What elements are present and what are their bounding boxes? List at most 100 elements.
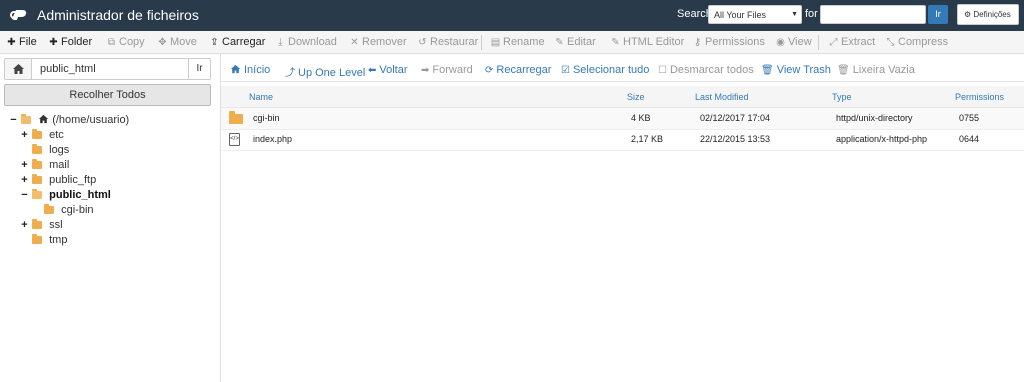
caret-down-icon: ▼ [791,11,798,18]
tree-item-label: tmp [49,234,68,246]
back-label: Voltar [379,64,408,76]
file-permissions[interactable]: 0755 [959,113,979,123]
copy-button[interactable]: ⧉ Copy [106,36,145,48]
upload-icon: ⇪ [210,37,219,48]
unselect-all-button[interactable]: ☐ Desmarcar todos [658,64,754,76]
tree-item-home[interactable]: − (/home/usuario) [9,113,129,128]
table-row[interactable]: cgi-bin 4 KB 02/12/2017 17:04 httpd/unix… [221,108,1024,130]
reload-button[interactable]: ⟳ Recarregar [485,64,551,76]
table-header: Name Size Last Modified Type Permissions [221,86,1024,108]
trash-icon: 🗑 [837,65,850,76]
tree-item-public-ftp[interactable]: + public_ftp [20,173,96,188]
search-go-button[interactable]: Ir [928,5,948,24]
top-bar: Administrador de ficheiros Search All Yo… [0,0,1024,31]
remove-button[interactable]: ✕ Remover [349,36,407,48]
tree-item-cgi-bin[interactable]: cgi-bin [32,203,94,218]
search-scope-value: All Your Files [714,10,767,20]
new-file-label: File [19,36,37,48]
up-one-level-button[interactable]: ⤴ Up One Level [285,64,365,79]
search-scope-select[interactable]: All Your Files ▼ [708,5,802,24]
tree-item-ssl[interactable]: + ssl [20,218,63,233]
move-label: Move [170,36,197,48]
file-name[interactable]: index.php [253,134,292,144]
permissions-button[interactable]: ⚷ Permissions [692,36,765,48]
collapse-all-button[interactable]: Recolher Todos [4,84,211,106]
folder-icon [32,159,43,169]
expand-toggle-icon[interactable]: + [20,128,29,143]
compress-label: Compress [898,36,949,48]
collapse-toggle-icon[interactable]: − [9,113,18,128]
tree-item-label: logs [49,144,70,156]
folder-icon [32,234,43,244]
home-icon [12,64,24,74]
file-size: 2,17 KB [631,134,664,144]
empty-trash-label: Lixeira Vazia [852,64,915,76]
view-button[interactable]: ◉ View [775,36,812,48]
expand-toggle-icon[interactable]: + [20,158,29,173]
folder-icon [32,129,43,139]
expand-toggle-icon[interactable]: + [20,173,29,188]
gear-icon: ⚙ [964,10,972,19]
tree-item-label: cgi-bin [61,204,94,216]
restore-button[interactable]: ↺ Restaurar [417,36,478,48]
path-go-button[interactable]: Ir [188,58,211,80]
new-folder-button[interactable]: ✚ Folder [48,36,92,48]
search-input[interactable] [820,5,926,24]
extract-button[interactable]: ⤢ Extract [828,36,876,48]
home-button[interactable] [4,58,32,80]
edit-label: Editar [567,36,596,48]
refresh-icon: ⟳ [485,65,494,76]
column-header-size[interactable]: Size [627,92,645,102]
file-name[interactable]: cgi-bin [253,113,280,123]
tree-item-mail[interactable]: + mail [20,158,69,173]
column-header-modified[interactable]: Last Modified [695,92,749,102]
nav-home-button[interactable]: Início [230,64,270,76]
upload-button[interactable]: ⇪ Carregar [209,36,265,48]
tree-item-etc[interactable]: + etc [20,128,64,143]
toolbar-divider [481,35,482,50]
extract-label: Extract [841,36,876,48]
forward-label: Forward [432,64,473,76]
tree-item-label: public_ftp [49,174,97,186]
tree-item-logs[interactable]: logs [20,143,69,158]
settings-button[interactable]: ⚙ Definições [957,4,1019,25]
download-button[interactable]: ⤓ Download [275,36,337,48]
for-label: for [805,8,818,20]
tree-item-public-html[interactable]: − public_html [20,188,111,203]
new-file-button[interactable]: ✚ File [6,36,37,48]
column-header-type[interactable]: Type [832,92,852,102]
folder-icon [32,144,43,154]
select-all-label: Selecionar tudo [572,64,650,76]
download-icon: ⤓ [278,37,283,48]
expand-toggle-icon[interactable]: + [20,218,29,233]
rename-button[interactable]: ▤ Rename [490,36,545,48]
path-input[interactable] [32,58,188,80]
remove-label: Remover [362,36,407,48]
edit-button[interactable]: ✎ Editar [554,36,596,48]
collapse-toggle-icon[interactable]: − [20,188,29,203]
column-header-name[interactable]: Name [249,92,273,102]
table-row[interactable]: </> index.php 2,17 KB 22/12/2015 13:53 a… [221,129,1024,151]
checkbox-empty-icon: ☐ [658,65,667,76]
forward-button[interactable]: ➡ Forward [421,64,473,76]
file-permissions[interactable]: 0644 [959,134,979,144]
select-all-button[interactable]: ☑ Selecionar tudo [561,64,649,76]
new-folder-label: Folder [61,36,93,48]
html-editor-button[interactable]: ✎ HTML Editor [610,36,684,48]
edit-icon: ✎ [555,37,564,48]
tree-item-label: public_html [49,189,111,201]
column-header-permissions[interactable]: Permissions [955,92,1004,102]
move-button[interactable]: ✥ Move [157,36,197,48]
checkbox-checked-icon: ☑ [561,65,570,76]
folder-icon [44,204,55,214]
compress-icon: ⤡ [886,37,895,48]
tree-item-label: ssl [49,219,63,231]
empty-trash-button[interactable]: 🗑 Lixeira Vazia [837,64,915,76]
back-button[interactable]: ⬅ Voltar [368,64,408,76]
key-icon: ⚷ [693,37,702,48]
tree-item-tmp[interactable]: tmp [20,233,67,248]
compress-button[interactable]: ⤡ Compress [885,36,949,48]
home-icon [230,64,241,74]
view-trash-button[interactable]: 🗑 View Trash [761,64,831,76]
rename-icon: ▤ [490,37,501,48]
